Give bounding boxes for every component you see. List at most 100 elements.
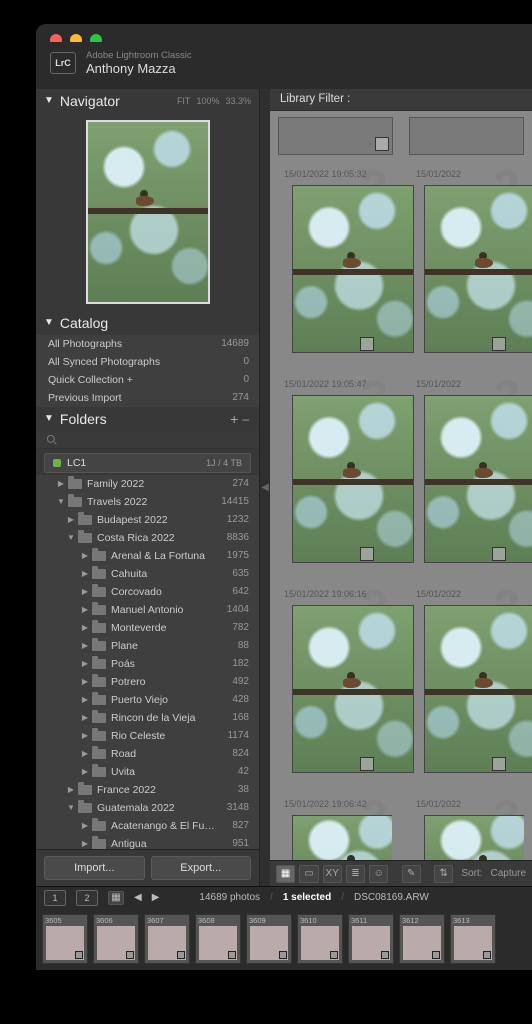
filmstrip-thumb[interactable]: 3612	[399, 914, 445, 964]
folder-row[interactable]: ▶Antigua951	[36, 835, 259, 849]
window-traffic-lights[interactable]	[36, 24, 532, 42]
nav-fwd-icon[interactable]: ▶	[152, 892, 160, 903]
zoom-fit[interactable]: FIT	[177, 96, 191, 106]
disclosure-icon[interactable]: ▶	[80, 605, 90, 614]
disclosure-icon[interactable]: ▶	[80, 587, 90, 596]
nav-back-icon[interactable]: ◀	[134, 892, 142, 903]
disclosure-icon[interactable]: ▶	[80, 551, 90, 560]
disclosure-icon[interactable]: ▼	[56, 497, 66, 506]
folder-row[interactable]: ▼Travels 202214415	[36, 493, 259, 511]
loupe-view-icon[interactable]: ▭	[299, 865, 318, 883]
folder-row[interactable]: ▶Arenal & La Fortuna1975	[36, 547, 259, 565]
compare-view-icon[interactable]: XY	[323, 865, 342, 883]
filmstrip-thumb[interactable]: 3606	[93, 914, 139, 964]
export-button[interactable]: Export...	[151, 856, 252, 880]
disclosure-icon[interactable]: ▶	[80, 731, 90, 740]
folder-row[interactable]: ▼Costa Rica 20228836	[36, 529, 259, 547]
folder-row[interactable]: ▶Acatenango & El Fuego827	[36, 817, 259, 835]
navigator-header[interactable]: ▼ Navigator FIT 100% 33.3%	[36, 89, 259, 113]
catalog-item[interactable]: Previous Import274	[36, 389, 259, 407]
folder-row[interactable]: ▶Cahuita635	[36, 565, 259, 583]
grid-view-icon[interactable]: ▦	[276, 865, 295, 883]
thumbnail[interactable]	[292, 395, 414, 563]
import-button[interactable]: Import...	[44, 856, 145, 880]
sort-direction-icon[interactable]: ⇅	[434, 865, 453, 883]
disclosure-icon[interactable]: ▶	[80, 839, 90, 848]
filmstrip-thumb[interactable]: 3608	[195, 914, 241, 964]
folder-menu-icon[interactable]: –	[240, 412, 251, 426]
thumbnail[interactable]	[424, 605, 532, 773]
filmstrip-thumb[interactable]: 3609	[246, 914, 292, 964]
grid-small-icon[interactable]: ▦	[108, 891, 124, 905]
grid-cell[interactable]: 15/01/2022 19:05:323	[278, 165, 392, 363]
zoom-controls[interactable]: FIT 100% 33.3%	[177, 96, 251, 106]
disclosure-icon[interactable]: ▼	[66, 803, 76, 812]
folder-row[interactable]: ▶France 202238	[36, 781, 259, 799]
folder-search[interactable]	[36, 431, 259, 449]
survey-view-icon[interactable]: ≣	[346, 865, 365, 883]
painter-icon[interactable]: ✎	[402, 865, 421, 883]
library-filter-bar[interactable]: Library Filter :	[270, 89, 532, 111]
disclosure-icon[interactable]: ▶	[66, 785, 76, 794]
folder-row[interactable]: ▶Rio Celeste1174	[36, 727, 259, 745]
filmstrip[interactable]: 360536063607360836093610361136123613	[36, 908, 532, 970]
filmstrip-thumb[interactable]: 3610	[297, 914, 343, 964]
folder-row[interactable]: ▶Corcovado642	[36, 583, 259, 601]
disclosure-icon[interactable]: ▶	[80, 623, 90, 632]
thumbnail[interactable]	[424, 185, 532, 353]
folder-row[interactable]: ▶Manuel Antonio1404	[36, 601, 259, 619]
main-window-icon[interactable]: 1	[44, 890, 66, 906]
disclosure-icon[interactable]: ▶	[80, 821, 90, 830]
collapse-left-panel[interactable]: ◀	[260, 89, 270, 886]
grid-cell[interactable]: 15/01/20223	[410, 165, 524, 363]
filmstrip-thumb[interactable]: 3611	[348, 914, 394, 964]
zoom-100[interactable]: 100%	[196, 96, 219, 106]
catalog-item[interactable]: All Photographs14689	[36, 335, 259, 353]
folder-tree[interactable]: ▶Family 2022274▼Travels 202214415▶Budape…	[36, 475, 259, 849]
thumbnail[interactable]	[424, 395, 532, 563]
grid-cell[interactable]: 15/01/20223	[410, 375, 524, 573]
navigator-preview[interactable]	[36, 113, 259, 311]
grid-cell[interactable]	[409, 117, 524, 155]
disclosure-icon[interactable]: ▶	[80, 695, 90, 704]
folder-row[interactable]: ▶Road824	[36, 745, 259, 763]
grid-cell[interactable]: 15/01/2022 19:05:473	[278, 375, 392, 573]
disclosure-icon[interactable]: ▼	[66, 533, 76, 542]
sort-value[interactable]: Capture	[490, 868, 526, 879]
folders-header[interactable]: ▼ Folders + –	[36, 407, 259, 431]
grid-cell[interactable]: 15/01/20223	[410, 585, 524, 783]
thumbnail[interactable]	[292, 185, 414, 353]
folder-row[interactable]: ▶Puerto Viejo428	[36, 691, 259, 709]
folder-row[interactable]: ▶Rincon de la Vieja168	[36, 709, 259, 727]
filmstrip-thumb[interactable]: 3605	[42, 914, 88, 964]
folder-row[interactable]: ▶Budapest 20221232	[36, 511, 259, 529]
zoom-custom[interactable]: 33.3%	[225, 96, 251, 106]
catalog-item[interactable]: All Synced Photographs0	[36, 353, 259, 371]
catalog-header[interactable]: ▼ Catalog	[36, 311, 259, 335]
filmstrip-thumb[interactable]: 3613	[450, 914, 496, 964]
grid-cell[interactable]: 15/01/2022 19:06:423	[278, 795, 392, 860]
catalog-item[interactable]: Quick Collection +0	[36, 371, 259, 389]
disclosure-icon[interactable]: ▶	[80, 749, 90, 758]
volume-row[interactable]: LC1 1J / 4 TB	[44, 453, 251, 473]
folder-row[interactable]: ▶Potrero492	[36, 673, 259, 691]
second-window-icon[interactable]: 2	[76, 890, 98, 906]
folder-row[interactable]: ▶Monteverde782	[36, 619, 259, 637]
disclosure-icon[interactable]: ▶	[80, 713, 90, 722]
folder-row[interactable]: ▶Poás182	[36, 655, 259, 673]
disclosure-icon[interactable]: ▶	[66, 515, 76, 524]
add-folder-icon[interactable]: +	[228, 411, 240, 427]
filmstrip-thumb[interactable]: 3607	[144, 914, 190, 964]
thumbnail[interactable]	[292, 815, 392, 860]
disclosure-icon[interactable]: ▶	[80, 641, 90, 650]
disclosure-icon[interactable]: ▶	[56, 479, 66, 488]
folder-row[interactable]: ▶Family 2022274	[36, 475, 259, 493]
grid-view[interactable]: 15/01/2022 19:05:32315/01/2022315/01/202…	[270, 111, 532, 860]
folder-row[interactable]: ▶Plane88	[36, 637, 259, 655]
thumbnail[interactable]	[292, 605, 414, 773]
people-view-icon[interactable]: ☺	[369, 865, 388, 883]
folder-row[interactable]: ▼Guatemala 20223148	[36, 799, 259, 817]
disclosure-icon[interactable]: ▶	[80, 767, 90, 776]
folder-row[interactable]: ▶Uvita42	[36, 763, 259, 781]
thumbnail[interactable]	[424, 815, 524, 860]
